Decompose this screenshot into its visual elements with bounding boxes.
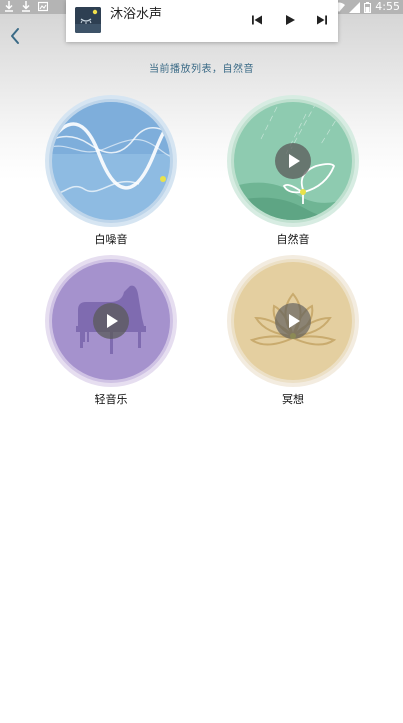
category-light-music[interactable]: 轻音乐 xyxy=(44,254,178,406)
play-icon[interactable] xyxy=(274,302,312,340)
category-label: 白噪音 xyxy=(94,233,128,246)
battery-icon xyxy=(364,1,372,13)
white-noise-artwork xyxy=(45,95,177,227)
signal-icon xyxy=(349,1,361,13)
category-nature-sounds[interactable]: 自然音 xyxy=(226,94,360,246)
back-arrow-icon[interactable] xyxy=(6,26,26,46)
play-icon[interactable] xyxy=(274,142,312,180)
skip-previous-icon[interactable] xyxy=(249,12,265,28)
download-icon xyxy=(22,1,30,12)
skip-next-icon[interactable] xyxy=(314,12,330,28)
play-icon[interactable] xyxy=(92,302,130,340)
image-icon xyxy=(38,1,48,12)
playing-indicator xyxy=(160,176,166,182)
now-playing-card[interactable]: 沐浴水声 xyxy=(66,0,338,42)
category-label: 轻音乐 xyxy=(94,393,128,406)
playlist-subtitle: 当前播放列表，自然音 xyxy=(149,64,254,75)
track-artwork xyxy=(75,7,101,33)
status-time: 4:55 xyxy=(375,0,400,13)
sleeping-eye-icon xyxy=(75,7,101,33)
category-white-noise[interactable]: 白噪音 xyxy=(44,94,178,246)
category-meditation[interactable]: 冥想 xyxy=(226,254,360,406)
track-title: 沐浴水声 xyxy=(110,7,163,22)
category-label: 自然音 xyxy=(276,233,310,246)
download-icon xyxy=(5,1,13,12)
category-label: 冥想 xyxy=(282,393,304,406)
play-icon[interactable] xyxy=(282,12,298,28)
